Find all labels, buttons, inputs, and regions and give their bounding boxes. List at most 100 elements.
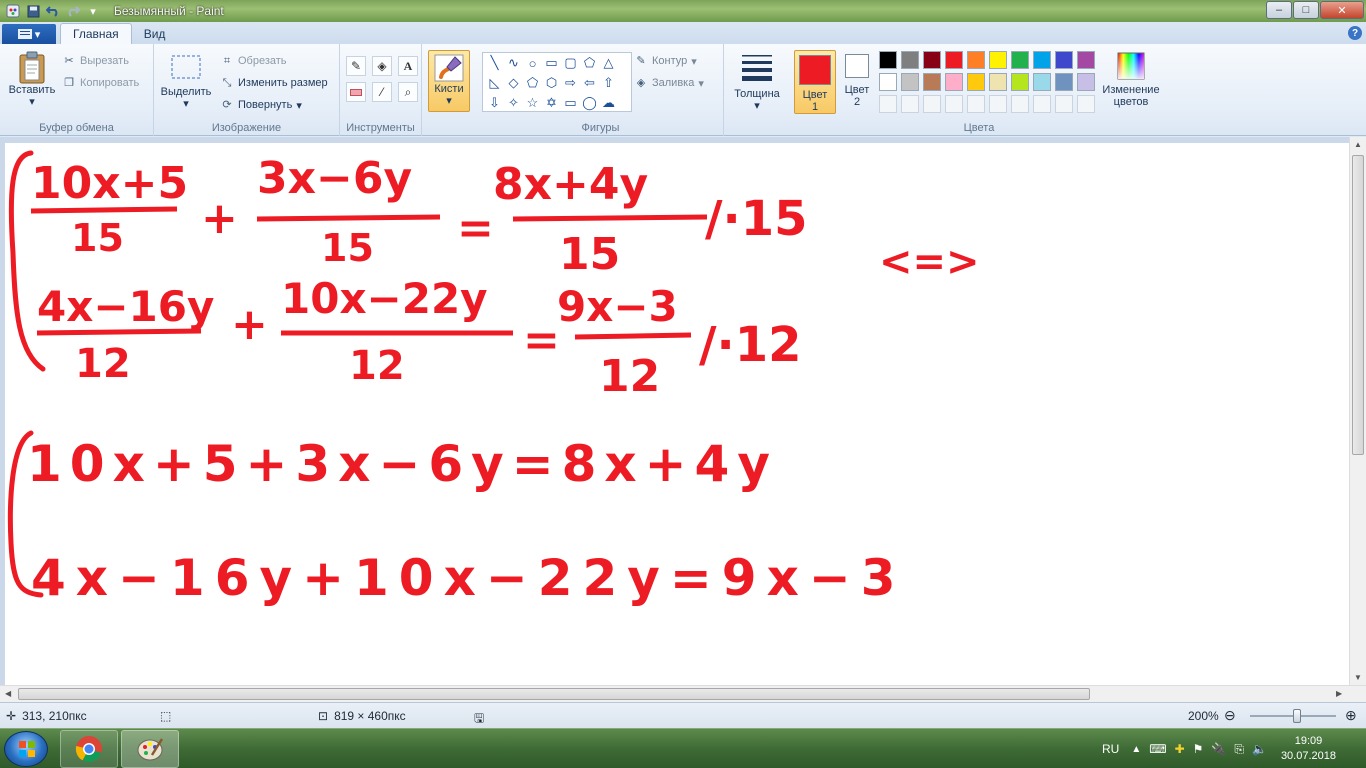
palette-swatch[interactable] bbox=[923, 73, 941, 91]
start-button[interactable] bbox=[4, 731, 48, 767]
custom-swatch[interactable] bbox=[989, 95, 1007, 113]
curve-shape-icon[interactable]: ∿ bbox=[504, 53, 523, 73]
palette-swatch[interactable] bbox=[967, 51, 985, 69]
edit-colors-button[interactable]: Изменение цветов bbox=[1098, 52, 1164, 108]
palette-swatch[interactable] bbox=[1077, 51, 1095, 69]
five-point-star-shape-icon[interactable]: ☆ bbox=[523, 93, 542, 113]
palette-swatch[interactable] bbox=[923, 51, 941, 69]
custom-swatch[interactable] bbox=[967, 95, 985, 113]
vertical-scrollbar[interactable]: ▲ ▼ bbox=[1349, 137, 1366, 685]
palette-swatch[interactable] bbox=[989, 51, 1007, 69]
cut-button[interactable]: ✂ Вырезать bbox=[62, 54, 129, 68]
palette-swatch[interactable] bbox=[945, 51, 963, 69]
rounded-rectangle-shape-icon[interactable]: ▢ bbox=[561, 53, 580, 73]
color-picker-icon[interactable]: ⁄ bbox=[372, 82, 392, 102]
up-arrow-shape-icon[interactable]: ⇧ bbox=[599, 73, 618, 93]
oval-callout-shape-icon[interactable]: ◯ bbox=[580, 93, 599, 113]
diamond-shape-icon[interactable]: ◇ bbox=[504, 73, 523, 93]
power-icon[interactable]: 🔌 bbox=[1211, 742, 1226, 756]
paint-app-icon[interactable] bbox=[4, 2, 22, 20]
undo-icon[interactable] bbox=[44, 2, 62, 20]
outline-button[interactable]: ✎ Контур ▾ bbox=[634, 54, 696, 68]
custom-swatch[interactable] bbox=[1011, 95, 1029, 113]
rectangle-shape-icon[interactable]: ▭ bbox=[542, 53, 561, 73]
scroll-left-icon[interactable]: ◀ bbox=[5, 689, 11, 698]
palette-swatch[interactable] bbox=[1055, 73, 1073, 91]
resize-button[interactable]: ⤡ Изменить размер bbox=[220, 76, 328, 90]
flag-icon[interactable]: ⚑ bbox=[1193, 742, 1204, 756]
cloud-callout-shape-icon[interactable]: ☁ bbox=[599, 93, 618, 113]
custom-swatch[interactable] bbox=[945, 95, 963, 113]
zoom-out-icon[interactable]: ⊖ bbox=[1224, 707, 1236, 724]
rectangular-callout-shape-icon[interactable]: ▭ bbox=[561, 93, 580, 113]
palette-swatch[interactable] bbox=[1033, 73, 1051, 91]
palette-swatch[interactable] bbox=[1011, 51, 1029, 69]
line-shape-icon[interactable]: ╲ bbox=[485, 53, 504, 73]
customize-qat-icon[interactable]: ▾ bbox=[84, 2, 102, 20]
size-button[interactable]: Толщина ▾ bbox=[730, 52, 784, 112]
scroll-down-icon[interactable]: ▼ bbox=[1354, 673, 1362, 682]
palette-swatch[interactable] bbox=[1055, 51, 1073, 69]
palette-swatch[interactable] bbox=[989, 73, 1007, 91]
horizontal-scroll-thumb[interactable] bbox=[18, 688, 1090, 700]
six-point-star-shape-icon[interactable]: ✡ bbox=[542, 93, 561, 113]
palette-swatch[interactable] bbox=[879, 73, 897, 91]
palette-swatch[interactable] bbox=[1011, 73, 1029, 91]
palette-swatch[interactable] bbox=[1033, 51, 1051, 69]
hexagon-shape-icon[interactable]: ⬡ bbox=[542, 73, 561, 93]
drawing-canvas[interactable]: 10x+5 15 + 3x−6y 15 = 8x+4y 15 /·15 <=> … bbox=[5, 143, 1349, 685]
text-tool-icon[interactable]: A bbox=[398, 56, 418, 76]
paint-taskbar-button[interactable] bbox=[121, 730, 179, 768]
rotate-button[interactable]: ⟳ Повернуть ▾ bbox=[220, 98, 301, 112]
palette-swatch[interactable] bbox=[1077, 73, 1095, 91]
save-icon[interactable] bbox=[24, 2, 42, 20]
file-menu-button[interactable]: ▾ bbox=[2, 24, 56, 44]
custom-swatch[interactable] bbox=[1055, 95, 1073, 113]
scroll-right-icon[interactable]: ▶ bbox=[1336, 689, 1342, 698]
language-indicator[interactable]: RU bbox=[1102, 742, 1119, 756]
vertical-scroll-thumb[interactable] bbox=[1352, 155, 1364, 455]
magnifier-icon[interactable]: ⌕ bbox=[398, 82, 418, 102]
update-icon[interactable]: ✚ bbox=[1175, 742, 1185, 756]
show-hidden-icons-icon[interactable]: ▲ bbox=[1131, 744, 1141, 755]
select-button[interactable]: Выделить ▾ bbox=[158, 54, 214, 110]
fill-button[interactable]: ◈ Заливка ▾ bbox=[634, 76, 704, 90]
custom-swatch[interactable] bbox=[923, 95, 941, 113]
four-point-star-shape-icon[interactable]: ✧ bbox=[504, 93, 523, 113]
tab-view[interactable]: Вид bbox=[132, 23, 178, 44]
select-dropdown-icon[interactable]: ▾ bbox=[183, 98, 189, 110]
palette-swatch[interactable] bbox=[901, 51, 919, 69]
palette-swatch[interactable] bbox=[945, 73, 963, 91]
custom-swatch[interactable] bbox=[901, 95, 919, 113]
fill-bucket-icon[interactable]: ◈ bbox=[372, 56, 392, 76]
paste-dropdown-icon[interactable]: ▾ bbox=[29, 96, 35, 108]
right-triangle-shape-icon[interactable]: ◺ bbox=[485, 73, 504, 93]
horizontal-scrollbar[interactable]: ◀ ▶ bbox=[0, 685, 1366, 702]
volume-icon[interactable]: 🔈 bbox=[1252, 742, 1267, 756]
palette-swatch[interactable] bbox=[967, 73, 985, 91]
help-icon[interactable]: ? bbox=[1348, 26, 1362, 40]
polygon-shape-icon[interactable]: ⬠ bbox=[580, 53, 599, 73]
maximize-button[interactable]: □ bbox=[1293, 1, 1319, 19]
redo-icon[interactable] bbox=[64, 2, 82, 20]
down-arrow-shape-icon[interactable]: ⇩ bbox=[485, 93, 504, 113]
pencil-icon[interactable]: ✎ bbox=[346, 56, 366, 76]
left-arrow-shape-icon[interactable]: ⇦ bbox=[580, 73, 599, 93]
pentagon-shape-icon[interactable]: ⬠ bbox=[523, 73, 542, 93]
chrome-taskbar-button[interactable] bbox=[60, 730, 118, 768]
custom-swatch[interactable] bbox=[879, 95, 897, 113]
brushes-button[interactable]: Кисти ▾ bbox=[428, 50, 470, 112]
copy-button[interactable]: ❐ Копировать bbox=[62, 76, 139, 90]
palette-swatch[interactable] bbox=[879, 51, 897, 69]
close-button[interactable]: ✕ bbox=[1320, 1, 1364, 19]
color1-button[interactable]: Цвет 1 bbox=[794, 50, 836, 114]
clock[interactable]: 19:09 30.07.2018 bbox=[1281, 734, 1336, 764]
network-icon[interactable]: ⎘ bbox=[1234, 742, 1244, 757]
crop-button[interactable]: ⌗ Обрезать bbox=[220, 54, 287, 68]
paste-button[interactable]: Вставить ▾ bbox=[6, 50, 58, 108]
eraser-icon[interactable] bbox=[346, 82, 366, 102]
oval-shape-icon[interactable]: ○ bbox=[523, 53, 542, 73]
tab-home[interactable]: Главная bbox=[60, 23, 132, 44]
custom-swatch[interactable] bbox=[1077, 95, 1095, 113]
color2-button[interactable]: Цвет 2 bbox=[840, 54, 874, 108]
